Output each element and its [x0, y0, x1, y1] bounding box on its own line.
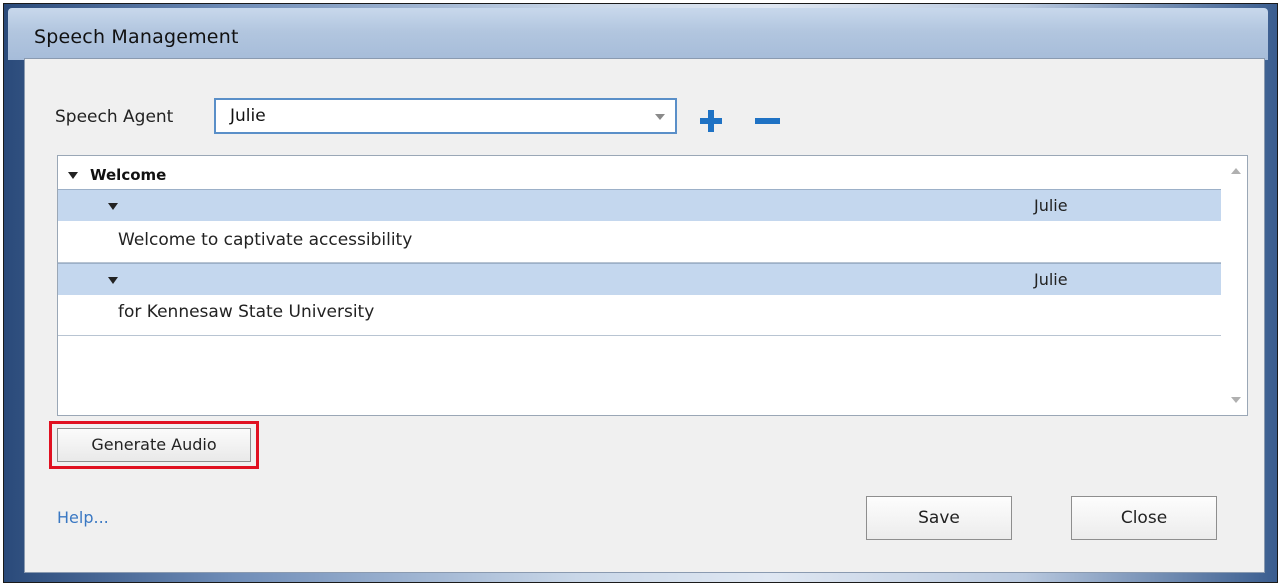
- generate-audio-button[interactable]: Generate Audio: [57, 428, 251, 462]
- collapse-triangle-icon[interactable]: [108, 203, 118, 210]
- close-button[interactable]: Close: [1071, 496, 1217, 540]
- window-title: Speech Management: [34, 26, 239, 48]
- speech-agent-dropdown[interactable]: Julie: [214, 98, 677, 134]
- list-item-header[interactable]: Julie: [58, 189, 1221, 221]
- list-item-header[interactable]: Julie: [58, 263, 1221, 295]
- item-agent-name: Julie: [1034, 196, 1068, 215]
- speech-agent-label: Speech Agent: [55, 107, 174, 127]
- help-link[interactable]: Help...: [57, 508, 109, 527]
- scroll-up-icon[interactable]: [1231, 168, 1241, 174]
- scroll-down-icon[interactable]: [1231, 397, 1241, 403]
- speech-list[interactable]: Welcome Julie Welcome to captivate acces…: [57, 155, 1248, 416]
- add-agent-icon[interactable]: [700, 110, 722, 132]
- collapse-triangle-icon[interactable]: [108, 277, 118, 284]
- vertical-scrollbar[interactable]: [1225, 156, 1247, 415]
- divider: [58, 335, 1221, 336]
- collapse-triangle-icon[interactable]: [68, 172, 78, 179]
- speech-agent-value: Julie: [230, 106, 266, 126]
- remove-agent-icon[interactable]: [755, 118, 780, 124]
- chevron-down-icon[interactable]: [655, 114, 665, 120]
- save-button[interactable]: Save: [866, 496, 1012, 540]
- group-header-welcome[interactable]: Welcome: [68, 166, 166, 184]
- list-item-text[interactable]: for Kennesaw State University: [118, 302, 374, 322]
- group-label: Welcome: [90, 166, 167, 184]
- title-bar[interactable]: Speech Management: [8, 8, 1268, 60]
- list-item-text[interactable]: Welcome to captivate accessibility: [118, 230, 412, 250]
- item-agent-name: Julie: [1034, 270, 1068, 289]
